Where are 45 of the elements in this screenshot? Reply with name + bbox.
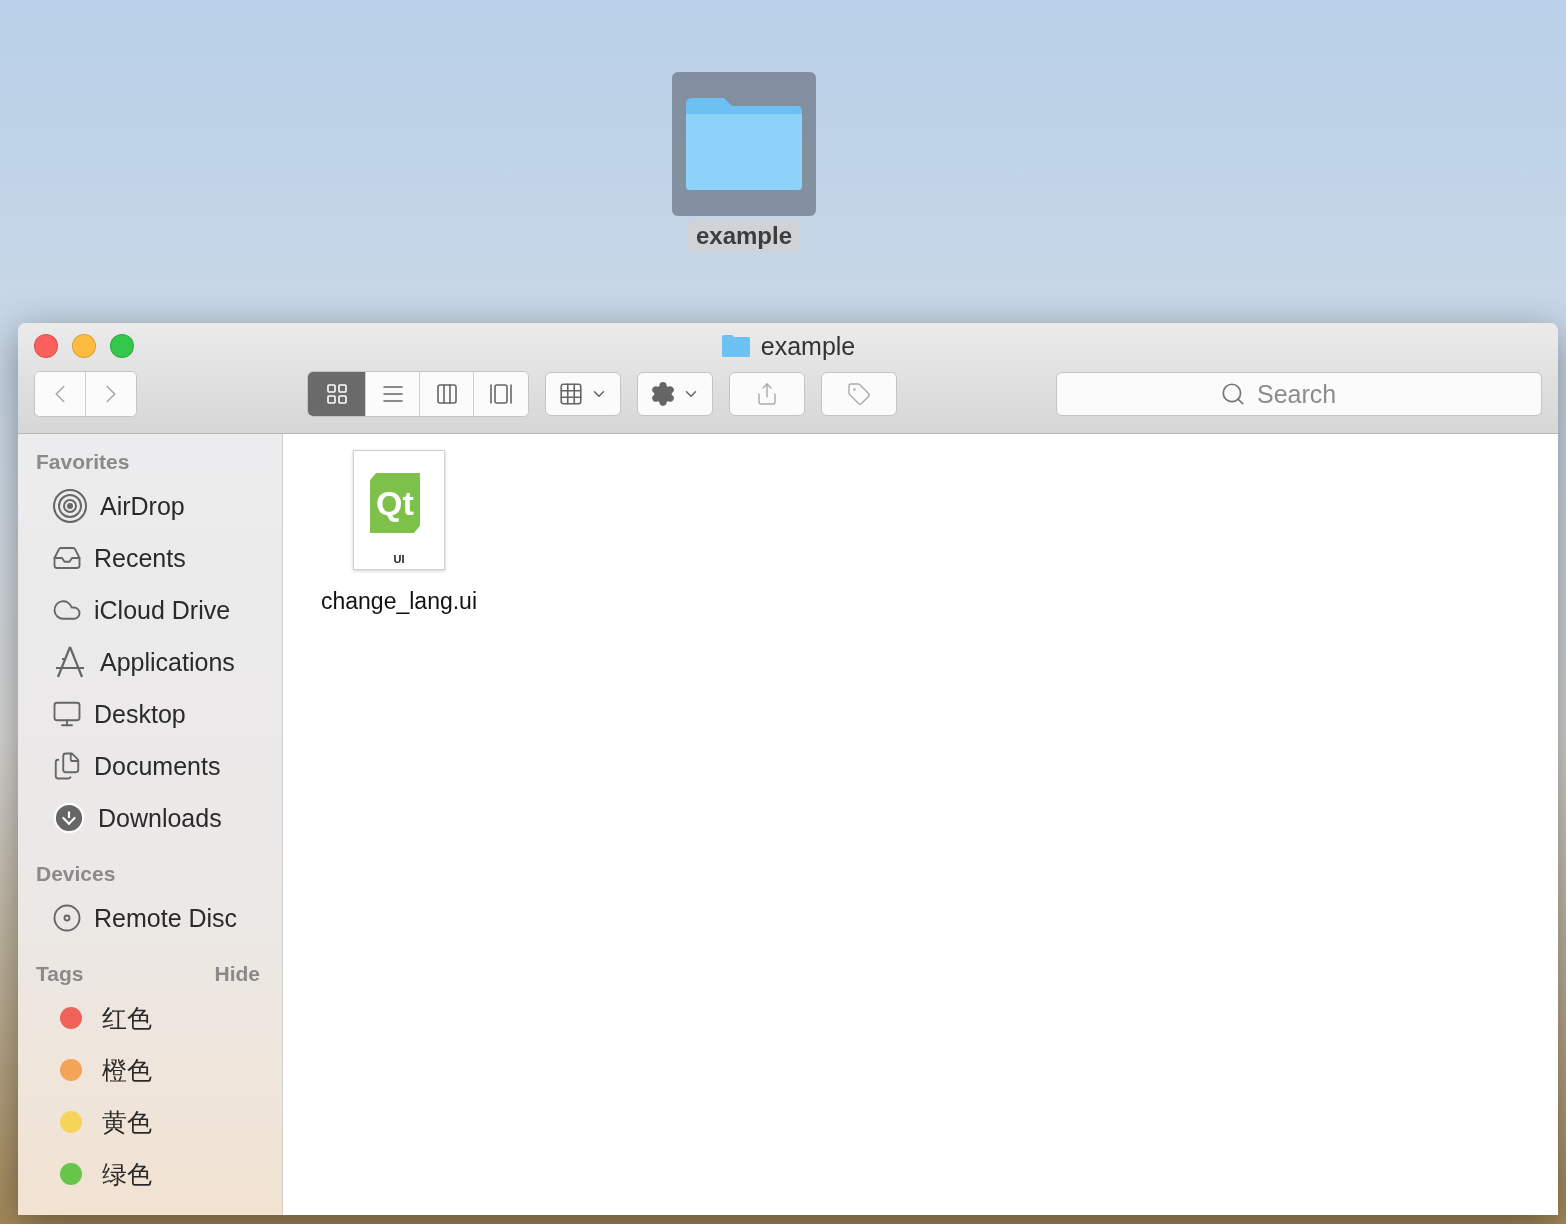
action-button[interactable] <box>637 372 713 416</box>
share-button[interactable] <box>729 372 805 416</box>
folder-icon[interactable] <box>672 72 816 216</box>
search-icon <box>1220 381 1246 407</box>
logo-text: Qt <box>370 473 420 533</box>
zoom-button[interactable] <box>110 334 134 358</box>
columns-icon <box>434 382 459 406</box>
arrange-button[interactable] <box>545 372 621 416</box>
search-field[interactable]: Search <box>1056 372 1542 416</box>
sidebar-item[interactable]: AirDrop <box>100 491 185 521</box>
gallery-icon <box>489 382 513 406</box>
download-icon <box>52 801 86 835</box>
minimize-button[interactable] <box>72 334 96 358</box>
section-header: Favorites <box>36 450 130 474</box>
sidebar-item[interactable]: Downloads <box>98 803 222 833</box>
settings-icon <box>650 381 676 407</box>
airdrop-icon <box>52 488 88 524</box>
sidebar-item[interactable]: Remote Disc <box>94 903 238 933</box>
file-name: change_lang.ui <box>321 588 477 615</box>
sidebar-item[interactable]: 红色 <box>102 1001 152 1035</box>
sidebar-item[interactable]: iCloud Drive <box>94 595 231 625</box>
sidebar-item[interactable]: Documents <box>94 751 221 781</box>
section-header: Tags <box>36 962 84 986</box>
documents-icon <box>52 751 82 781</box>
tag-button[interactable] <box>821 372 897 416</box>
sidebar-item[interactable]: Applications <box>100 647 235 677</box>
sidebar-item[interactable]: 黄色 <box>102 1105 152 1139</box>
window-title: example <box>760 331 856 361</box>
sidebar-item[interactable]: Desktop <box>94 699 186 729</box>
desktop-icon <box>52 699 82 729</box>
folder-label: example <box>687 220 801 252</box>
share-icon <box>755 382 779 406</box>
tag-icon <box>847 382 871 406</box>
sidebar-item[interactable]: 橙色 <box>102 1053 152 1087</box>
icons-view-button[interactable] <box>308 372 366 416</box>
folder-icon <box>720 334 751 358</box>
sidebar-item[interactable]: Recents <box>94 543 186 573</box>
grid-icon <box>324 382 349 406</box>
disc-icon <box>52 903 82 933</box>
grid-icon <box>558 381 584 407</box>
close-button[interactable] <box>34 334 58 358</box>
file-type-label: UI <box>393 553 405 565</box>
document-icon[interactable]: Qt UI <box>353 450 445 570</box>
section-header: Devices <box>36 862 116 886</box>
sidebar-item[interactable]: 绿色 <box>102 1157 152 1191</box>
